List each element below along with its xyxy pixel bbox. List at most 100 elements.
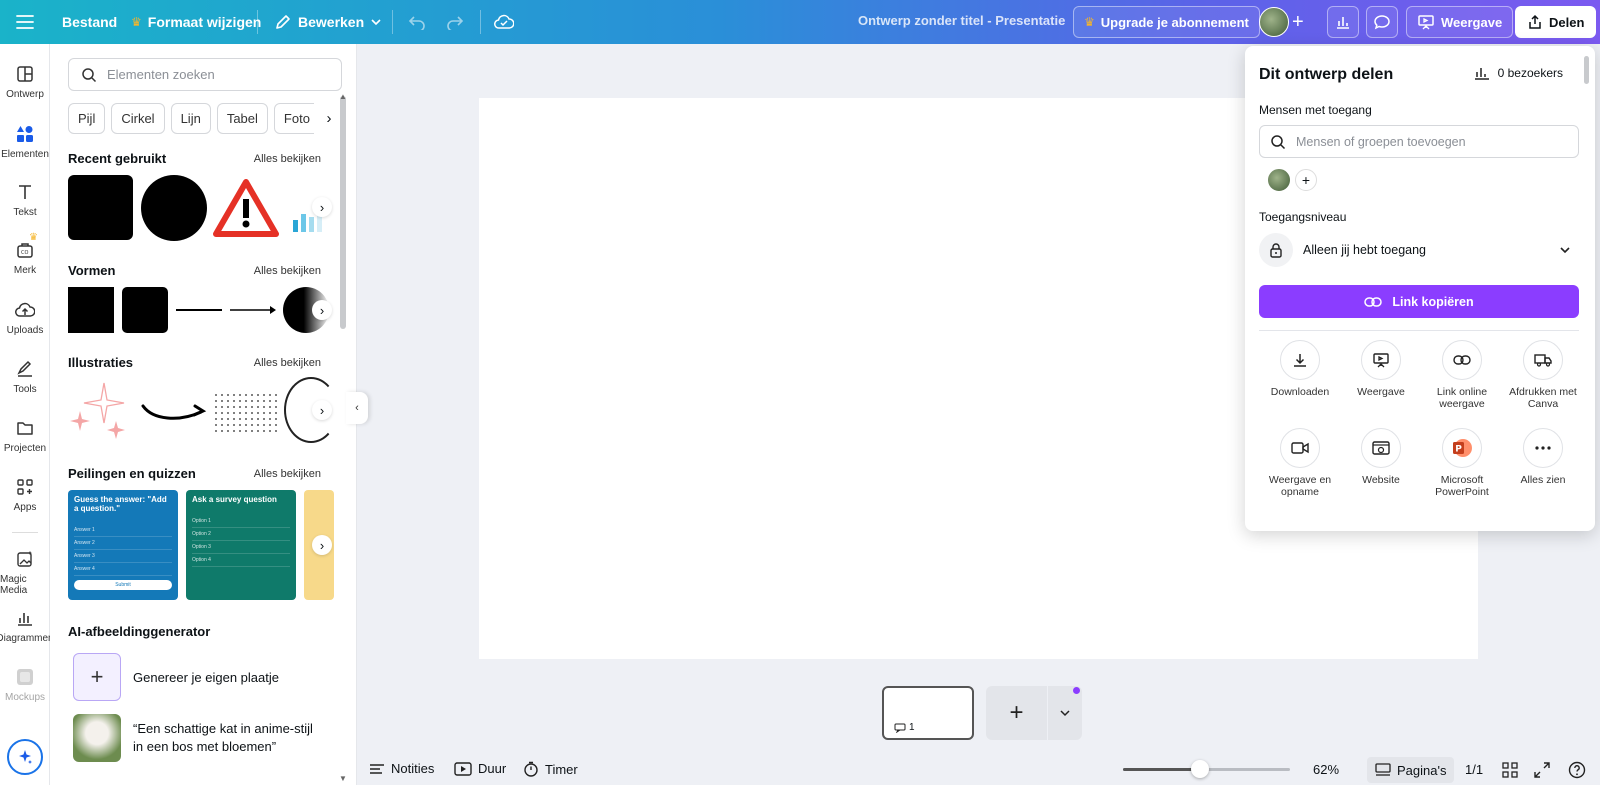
- quiz-template-survey[interactable]: Ask a survey question Option 1 Option 2 …: [186, 490, 296, 600]
- collapse-panel-button[interactable]: ‹: [346, 392, 368, 424]
- edit-mode-button[interactable]: Bewerken: [274, 6, 382, 38]
- add-people-input[interactable]: Mensen of groepen toevoegen: [1259, 125, 1579, 158]
- scroll-down-arrow[interactable]: ▼: [339, 774, 347, 783]
- chip-line[interactable]: Lijn: [170, 103, 211, 134]
- chip-arrow-shape[interactable]: Pijl: [68, 103, 106, 134]
- option-label: Downloaden: [1270, 386, 1330, 398]
- option-powerpoint[interactable]: P Microsoft PowerPoint: [1421, 428, 1503, 498]
- illustration-sparkles[interactable]: [68, 381, 134, 443]
- insights-button[interactable]: [1327, 6, 1359, 38]
- option-label: Microsoft PowerPoint: [1435, 474, 1489, 499]
- shapes-scroll-right-button[interactable]: ›: [312, 300, 332, 320]
- see-all-illustrations-link[interactable]: Alles bekijken: [254, 357, 321, 369]
- rail-item-apps[interactable]: Apps: [0, 475, 50, 513]
- document-title[interactable]: Ontwerp zonder titel - Presentatie: [858, 13, 1065, 28]
- ai-generate-own-button[interactable]: + Genereer je eigen plaatje: [73, 653, 279, 701]
- rail-item-elements[interactable]: Elementen: [0, 122, 50, 160]
- illustration-dot-grid[interactable]: [213, 392, 279, 432]
- chevron-down-icon: [1059, 707, 1071, 719]
- duration-label: Duur: [478, 761, 507, 776]
- undo-button[interactable]: [408, 6, 426, 38]
- avatar-button[interactable]: [1259, 6, 1289, 38]
- quiz-template-guess[interactable]: Guess the answer: "Add a question." Answ…: [68, 490, 178, 600]
- scroll-up-arrow[interactable]: ▲: [339, 92, 347, 101]
- pages-label: Pagina's: [1397, 762, 1447, 778]
- panel-scrollbar[interactable]: [340, 96, 346, 329]
- option-print[interactable]: Afdrukken met Canva: [1502, 340, 1584, 410]
- pages-button[interactable]: Pagina's: [1367, 757, 1455, 783]
- rail-item-brand[interactable]: CO ♛ Merk: [0, 232, 50, 276]
- share-button[interactable]: Delen: [1515, 6, 1597, 38]
- visitors-button[interactable]: 0 bezoekers: [1474, 66, 1563, 80]
- menu-button[interactable]: [16, 6, 34, 38]
- redo-button[interactable]: [446, 6, 464, 38]
- shape-arrow-line[interactable]: [230, 303, 278, 317]
- chip-circle[interactable]: Cirkel: [111, 103, 165, 134]
- present-button[interactable]: Weergave: [1406, 6, 1514, 38]
- invite-plus-button[interactable]: +: [1292, 6, 1304, 38]
- grid-view-button[interactable]: [1502, 762, 1518, 778]
- ai-example-cat[interactable]: “Een schattige kat in anime-stijl in een…: [73, 714, 313, 762]
- option-download[interactable]: Downloaden: [1259, 340, 1341, 398]
- crown-icon: ♛: [29, 232, 38, 243]
- rail-item-uploads[interactable]: Uploads: [0, 298, 50, 336]
- resize-button[interactable]: ♛ Formaat wijzigen: [131, 6, 261, 38]
- timer-button[interactable]: Timer: [523, 761, 578, 777]
- access-level-select[interactable]: Alleen jij hebt toegang: [1259, 232, 1579, 268]
- option-present-record[interactable]: Weergave en opname: [1259, 428, 1341, 498]
- shape-rounded-square[interactable]: [122, 287, 168, 333]
- illustration-curved-arrow[interactable]: [141, 400, 209, 424]
- shape-line[interactable]: [176, 309, 222, 311]
- rail-item-label: Magic Media: [0, 574, 28, 596]
- option-online-link[interactable]: Link online weergave: [1421, 340, 1503, 410]
- search-icon: [1270, 134, 1286, 150]
- magic-assistant-button[interactable]: [7, 739, 43, 775]
- fullscreen-button[interactable]: [1534, 762, 1550, 778]
- see-all-shapes-link[interactable]: Alles bekijken: [254, 265, 321, 277]
- option-see-all[interactable]: Alles zien: [1502, 428, 1584, 486]
- comment-small-icon: [894, 723, 906, 733]
- avatar[interactable]: [1267, 168, 1291, 192]
- upgrade-button[interactable]: ♛ Upgrade je abonnement: [1073, 6, 1260, 38]
- notes-button[interactable]: Notities: [369, 761, 434, 776]
- add-page-options-button[interactable]: [1048, 686, 1082, 740]
- plus-icon: +: [1292, 10, 1304, 33]
- see-all-recent-link[interactable]: Alles bekijken: [254, 153, 321, 165]
- zoom-slider-handle[interactable]: [1190, 760, 1209, 778]
- duration-button[interactable]: Duur: [454, 761, 506, 776]
- add-page-button[interactable]: +: [986, 686, 1047, 740]
- chip-table[interactable]: Tabel: [216, 103, 268, 134]
- rail-item-charts[interactable]: Diagrammen: [0, 606, 54, 644]
- quiz-option: Answer 4: [74, 563, 172, 576]
- elements-search-input[interactable]: Elementen zoeken: [68, 58, 342, 91]
- page-number: 1: [909, 722, 915, 733]
- file-menu-button[interactable]: Bestand: [62, 6, 117, 38]
- recent-warning-sign[interactable]: [213, 179, 279, 237]
- rail-item-tools[interactable]: Tools: [0, 357, 50, 395]
- divider: [392, 10, 393, 34]
- recent-rounded-square[interactable]: [68, 175, 133, 240]
- rail-item-magic-media[interactable]: Magic Media: [0, 547, 50, 596]
- see-all-polls-link[interactable]: Alles bekijken: [254, 468, 321, 480]
- polls-scroll-right-button[interactable]: ›: [312, 535, 332, 555]
- rail-item-mockups[interactable]: Mockups: [0, 665, 50, 703]
- option-present[interactable]: Weergave: [1340, 340, 1422, 398]
- shape-square[interactable]: [68, 287, 114, 333]
- help-button[interactable]: [1568, 761, 1586, 779]
- mockups-icon: [13, 665, 37, 689]
- rail-item-projects[interactable]: Projecten: [0, 416, 50, 454]
- rail-item-text[interactable]: Tekst: [0, 180, 50, 218]
- recent-circle[interactable]: [141, 175, 207, 241]
- recent-scroll-right-button[interactable]: ›: [312, 197, 332, 217]
- popover-scrollbar[interactable]: [1584, 56, 1589, 84]
- rail-item-design[interactable]: Ontwerp: [0, 62, 50, 100]
- add-collaborator-button[interactable]: +: [1295, 169, 1317, 191]
- rail-item-label: Ontwerp: [6, 89, 44, 100]
- comments-button[interactable]: [1366, 6, 1398, 38]
- cloud-save-button[interactable]: [494, 6, 514, 38]
- zoom-percentage[interactable]: 62%: [1313, 762, 1339, 777]
- illustrations-scroll-right-button[interactable]: ›: [312, 400, 332, 420]
- option-website[interactable]: Website: [1340, 428, 1422, 486]
- copy-link-button[interactable]: Link kopiëren: [1259, 285, 1579, 318]
- page-thumbnail[interactable]: 1: [882, 686, 974, 740]
